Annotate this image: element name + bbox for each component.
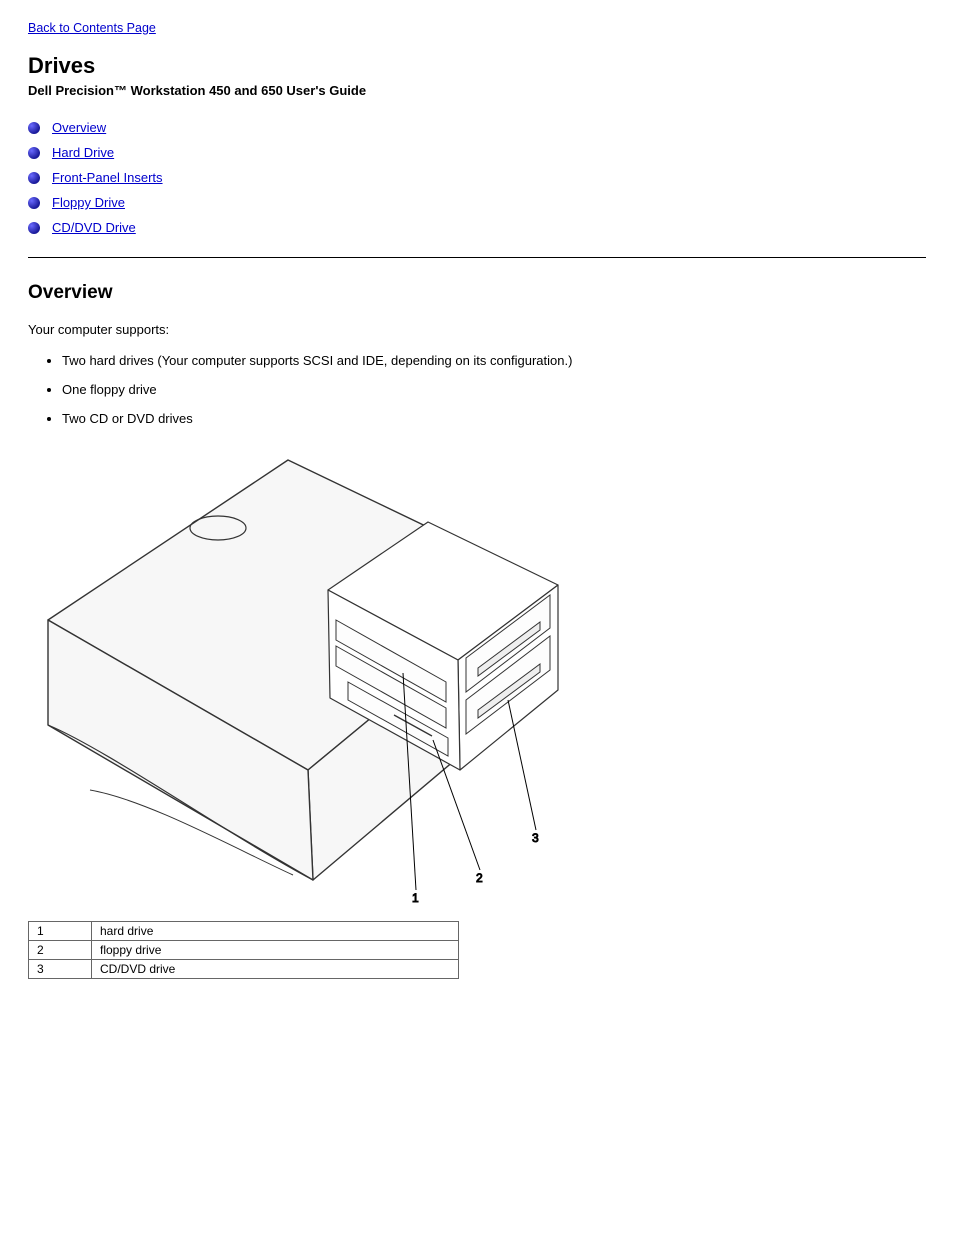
back-to-contents-link[interactable]: Back to Contents Page (28, 21, 156, 35)
toc-link-floppy-drive[interactable]: Floppy Drive (52, 195, 125, 210)
drive-bay-figure: 1 2 3 (28, 450, 926, 905)
toc-link-cd-dvd-drive[interactable]: CD/DVD Drive (52, 220, 136, 235)
toc-link-front-panel-inserts[interactable]: Front-Panel Inserts (52, 170, 163, 185)
toc-item: Overview (28, 120, 926, 135)
callout-label-cell: hard drive (92, 922, 459, 941)
page-subtitle: Dell Precision™ Workstation 450 and 650 … (28, 83, 926, 98)
sphere-bullet-icon (28, 222, 40, 234)
table-row: 2 floppy drive (29, 941, 459, 960)
toc-item: Hard Drive (28, 145, 926, 160)
sphere-bullet-icon (28, 197, 40, 209)
section-divider (28, 257, 926, 258)
callout-num-cell: 1 (29, 922, 92, 941)
sphere-bullet-icon (28, 147, 40, 159)
feature-list: Two hard drives (Your computer supports … (62, 353, 926, 426)
callout-label-cell: floppy drive (92, 941, 459, 960)
table-row: 1 hard drive (29, 922, 459, 941)
sphere-bullet-icon (28, 122, 40, 134)
table-row: 3 CD/DVD drive (29, 960, 459, 979)
feature-item: Two hard drives (Your computer supports … (62, 353, 926, 368)
callout-num-cell: 2 (29, 941, 92, 960)
toc-item: CD/DVD Drive (28, 220, 926, 235)
feature-item: One floppy drive (62, 382, 926, 397)
callout-number-2: 2 (476, 871, 483, 885)
toc-link-hard-drive[interactable]: Hard Drive (52, 145, 114, 160)
callout-label-cell: CD/DVD drive (92, 960, 459, 979)
page-title: Drives (28, 53, 926, 79)
callout-number-1: 1 (412, 891, 419, 905)
sphere-bullet-icon (28, 172, 40, 184)
intro-text: Your computer supports: (28, 322, 926, 337)
callout-num-cell: 3 (29, 960, 92, 979)
toc-item: Front-Panel Inserts (28, 170, 926, 185)
toc-list: Overview Hard Drive Front-Panel Inserts … (28, 120, 926, 235)
feature-item: Two CD or DVD drives (62, 411, 926, 426)
toc-link-overview[interactable]: Overview (52, 120, 106, 135)
section-heading-overview: Overview (28, 282, 926, 304)
callout-key-table: 1 hard drive 2 floppy drive 3 CD/DVD dri… (28, 921, 459, 979)
toc-item: Floppy Drive (28, 195, 926, 210)
callout-number-3: 3 (532, 831, 539, 845)
